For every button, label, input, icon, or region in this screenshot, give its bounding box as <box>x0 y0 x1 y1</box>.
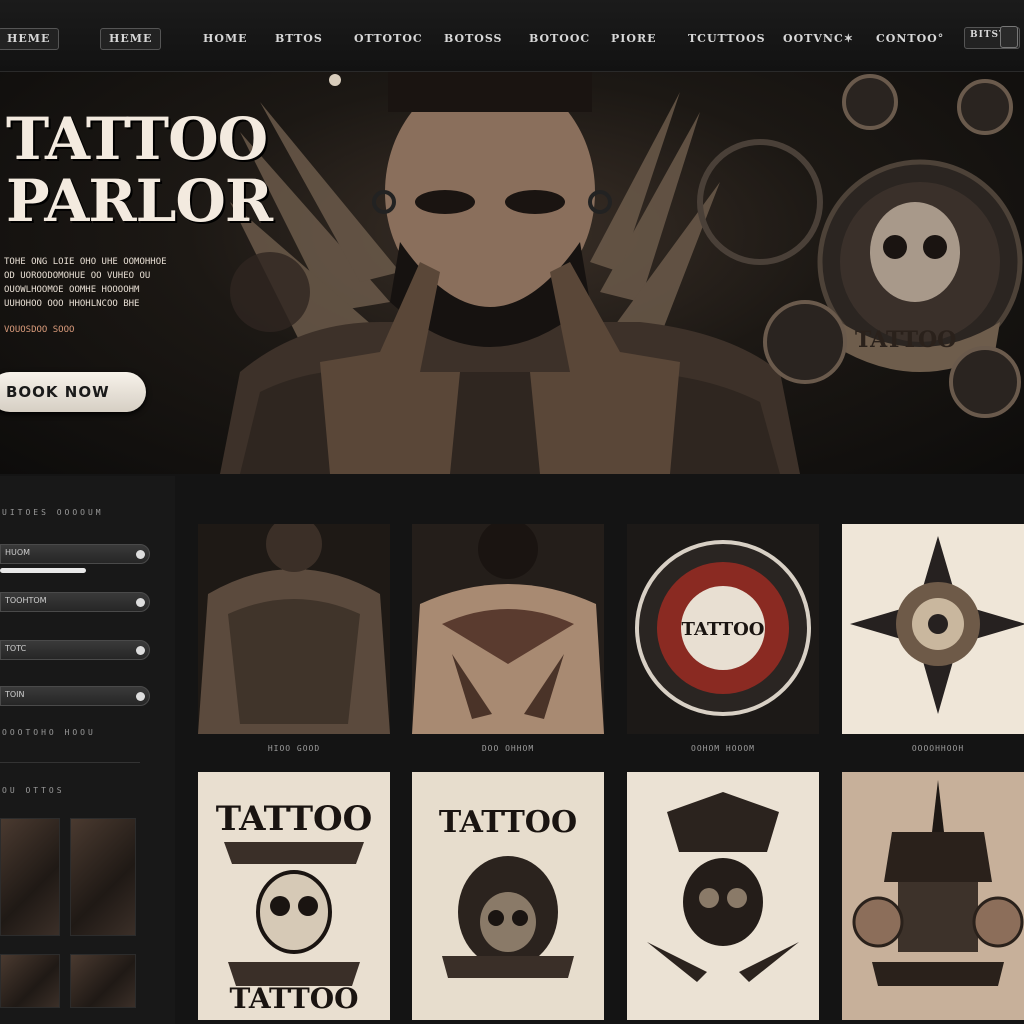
sidebar-field-label: TOIN <box>5 690 25 699</box>
knob-icon <box>136 692 145 701</box>
sidebar-field-4[interactable]: TOIN <box>0 686 150 706</box>
gallery-card-roses-emblem[interactable] <box>842 772 1024 1020</box>
artist-thumbnail[interactable] <box>0 954 60 1008</box>
wings-tattoo-image <box>412 524 604 734</box>
tattoo-poster-image: TATTOO <box>412 772 604 1020</box>
slider-track[interactable] <box>0 568 86 573</box>
hero-description: TOHE ONG LOIE OHO UHE OOMOHHOE OD UOROOD… <box>4 257 167 309</box>
sidebar-heading-filters: UITOES OOOOUM <box>2 508 104 517</box>
nav-item-0[interactable]: HEME <box>100 28 162 50</box>
nav-item-7[interactable]: TCUTTOOS <box>688 32 766 54</box>
sidebar-heading-artists: OU OTTOS <box>2 786 65 795</box>
sidebar-field-label: HUOM <box>5 548 31 557</box>
gallery-caption: DOO OHHOM <box>481 744 535 753</box>
hero-tagline: VOUOSDOO SOOO <box>4 325 75 335</box>
sidebar-heading-hours: OOOTOHO HOOU <box>2 728 96 737</box>
sidebar-field-2[interactable]: TOOHTOM <box>0 592 150 612</box>
sidebar-field-label: TOOHTOM <box>5 596 47 605</box>
gallery-caption: OOOOHHOOH <box>911 744 965 753</box>
badge-text: TATTOO <box>682 619 765 640</box>
sidebar-field-1[interactable]: HUOM <box>0 544 150 564</box>
gallery-caption: HIOO GOOD <box>267 744 321 753</box>
nav-item-9[interactable]: CONTOO° <box>876 32 944 54</box>
hero-banner: TATTOO TATTOO PARLOR TOHE ONG LOIE OHO U… <box>0 72 1024 474</box>
poster-bottom-text: TATTOO <box>230 982 359 1015</box>
sidebar: UITOES OOOOUM HUOM TOOHTOM TOTC TOIN OOO… <box>0 476 175 1024</box>
hero-title: TATTOO PARLOR <box>6 105 273 235</box>
artist-thumbnail[interactable] <box>70 954 136 1008</box>
back-tattoo-image <box>198 524 390 734</box>
artist-thumbnail[interactable] <box>70 818 136 936</box>
gallery-card-wings-tattoo[interactable] <box>412 524 604 734</box>
nav-item-2[interactable]: BTTOS <box>275 32 323 54</box>
nav-item-6[interactable]: PIORE <box>611 32 657 54</box>
gallery-card-tattoo-poster[interactable]: TATTOO <box>412 772 604 1020</box>
nav-item-3[interactable]: OTTOTOC <box>354 32 423 54</box>
logo[interactable]: HEME <box>0 28 60 50</box>
divider <box>0 762 140 763</box>
skull-crown-image <box>627 772 819 1020</box>
nav-item-5[interactable]: BOTOOC <box>529 32 590 54</box>
roses-emblem-image <box>842 772 1024 1020</box>
nav-item-8[interactable]: OOTVNC✶ <box>783 32 854 54</box>
hero-art-label: TATTOO <box>855 327 956 353</box>
gallery-card-badge[interactable]: TATTOO <box>627 524 819 734</box>
poster-top-text: TATTOO <box>216 799 373 839</box>
skull-poster-image: TATTOO TATTOO <box>198 772 390 1020</box>
gallery-card-back-tattoo[interactable] <box>198 524 390 734</box>
gallery-card-skull-poster[interactable]: TATTOO TATTOO <box>198 772 390 1020</box>
knob-icon <box>136 550 145 559</box>
nav-item-4[interactable]: BOTOSS <box>444 32 503 54</box>
menu-icon[interactable] <box>1000 26 1018 48</box>
knob-icon <box>136 646 145 655</box>
gallery-caption: OOHOM HOOOM <box>691 744 755 753</box>
book-now-button[interactable]: BOOK NOW <box>0 372 146 412</box>
star-emblem-image <box>842 524 1024 734</box>
nav-item-1[interactable]: HOME <box>203 32 248 54</box>
knob-icon <box>136 598 145 607</box>
artist-thumbnail[interactable] <box>0 818 60 936</box>
gallery-card-star-emblem[interactable] <box>842 524 1024 734</box>
top-nav: HEME HEME HOME BTTOS OTTOTOC BOTOSS BOTO… <box>0 0 1024 72</box>
badge-image: TATTOO <box>627 524 819 734</box>
poster-top-text-2: TATTOO <box>439 805 577 840</box>
sidebar-field-label: TOTC <box>5 644 27 653</box>
sidebar-field-3[interactable]: TOTC <box>0 640 150 660</box>
gallery-card-skull-crown[interactable] <box>627 772 819 1020</box>
